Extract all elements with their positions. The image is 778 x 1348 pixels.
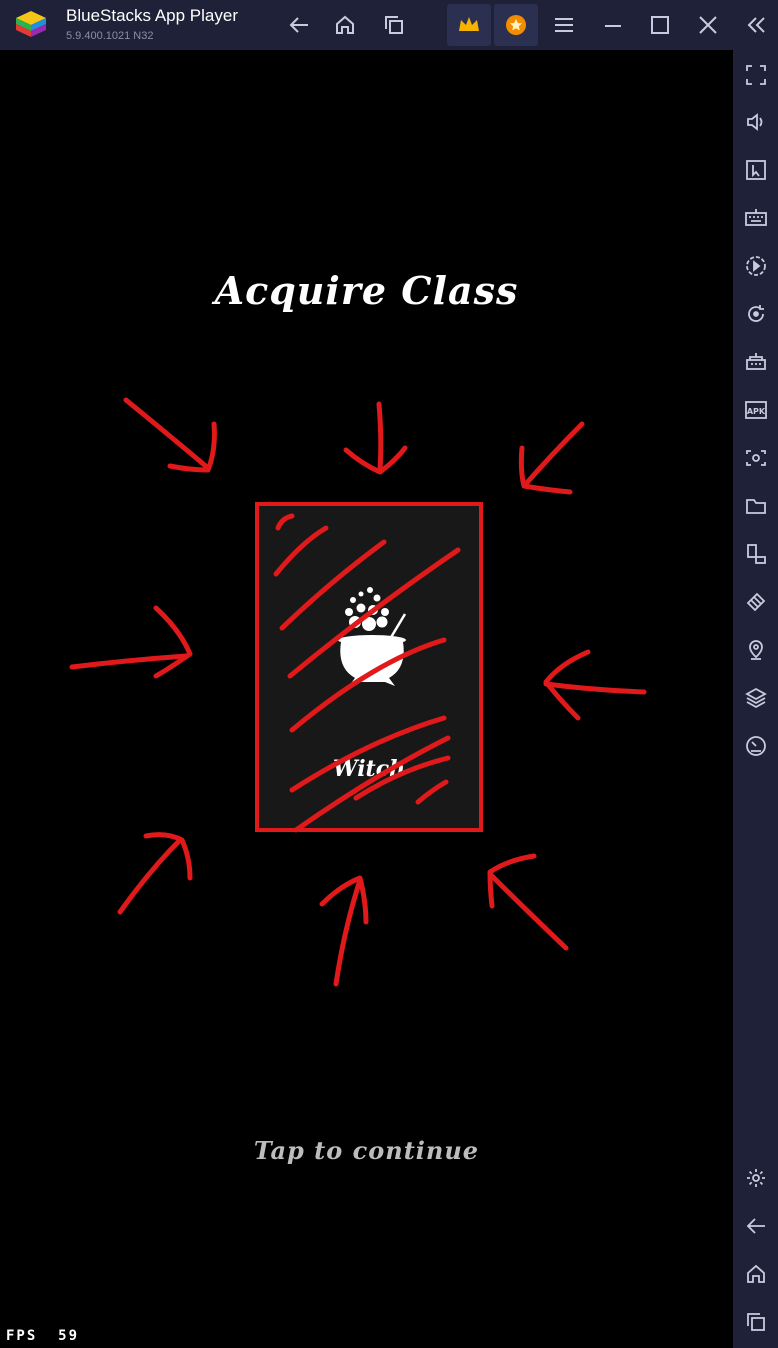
close-icon (699, 16, 717, 34)
fps-counter: FPS 59 (6, 1328, 79, 1344)
android-home-icon (746, 1264, 765, 1283)
apk-button[interactable]: APK (733, 390, 778, 430)
cursor-icon (745, 160, 766, 180)
menu-icon (555, 18, 573, 32)
points-button[interactable] (494, 4, 538, 46)
screenshot-button[interactable] (733, 438, 778, 478)
android-back-button[interactable] (733, 1206, 778, 1246)
back-button[interactable] (277, 4, 321, 46)
minimize-button[interactable] (591, 4, 635, 46)
svg-text:APK: APK (746, 407, 765, 416)
fps-value: 59 (58, 1328, 80, 1344)
settings-icon (746, 1169, 765, 1187)
collapse-sidebar-button[interactable] (734, 4, 778, 46)
page-title: Acquire Class (214, 268, 519, 313)
app-version: 5.9.400.1021 N32 (66, 30, 154, 42)
recent-apps-icon (385, 16, 403, 34)
fullscreen-icon (745, 65, 766, 85)
maximize-icon (651, 16, 669, 34)
collapse-sidebar-icon (747, 17, 765, 33)
game-screen[interactable]: Acquire Class Witch Tap to continue FPS … (0, 50, 733, 1348)
keyboard-icon (744, 209, 767, 226)
location-button[interactable] (733, 630, 778, 670)
android-home-button[interactable] (733, 1254, 778, 1294)
folder-icon (745, 499, 766, 514)
cauldron-icon (327, 586, 417, 696)
cursor-button[interactable] (733, 150, 778, 190)
keyboard-button[interactable] (733, 198, 778, 238)
resize-icon (746, 544, 766, 564)
volume-icon (746, 113, 762, 131)
title-bar: BlueStacks App Player 5.9.400.1021 N32 (0, 0, 778, 50)
eco-mode-button[interactable] (733, 582, 778, 622)
minimize-icon (605, 25, 621, 27)
location-icon (748, 640, 763, 660)
eco-mode-icon (746, 592, 765, 612)
android-back-icon (746, 1218, 765, 1234)
recent-apps-button[interactable] (372, 4, 416, 46)
settings-button[interactable] (733, 1158, 778, 1198)
back-icon (289, 17, 308, 33)
resize-button[interactable] (733, 534, 778, 574)
android-recent-button[interactable] (733, 1302, 778, 1342)
android-recent-icon (746, 1313, 765, 1331)
volume-button[interactable] (733, 102, 778, 142)
fullscreen-button[interactable] (733, 55, 778, 95)
multi-instance-icon (745, 353, 766, 370)
bluestacks-logo-icon (12, 9, 50, 43)
home-icon (336, 15, 354, 34)
macro-icon (745, 256, 766, 276)
crown-icon (459, 17, 479, 31)
multi-instance-button[interactable] (733, 342, 778, 382)
right-sidebar: APK (733, 50, 778, 1348)
layers-button[interactable] (733, 678, 778, 718)
premium-button[interactable] (447, 4, 491, 46)
tap-to-continue-label[interactable]: Tap to continue (0, 1136, 733, 1165)
rotate-button[interactable] (733, 294, 778, 334)
app-name: BlueStacks App Player (66, 6, 238, 25)
apk-icon: APK (744, 401, 767, 419)
class-name: Witch (332, 756, 406, 782)
maximize-button[interactable] (638, 4, 682, 46)
close-button[interactable] (686, 4, 730, 46)
fps-label: FPS (6, 1328, 38, 1344)
screenshot-icon (745, 450, 766, 466)
home-button[interactable] (323, 4, 367, 46)
speedometer-icon (745, 736, 766, 756)
points-icon (506, 15, 526, 35)
speedometer-button[interactable] (733, 726, 778, 766)
menu-button[interactable] (542, 4, 586, 46)
class-card[interactable]: Witch (255, 502, 483, 832)
macro-button[interactable] (733, 246, 778, 286)
rotate-icon (747, 305, 764, 322)
layers-icon (744, 687, 767, 709)
folder-button[interactable] (733, 486, 778, 526)
